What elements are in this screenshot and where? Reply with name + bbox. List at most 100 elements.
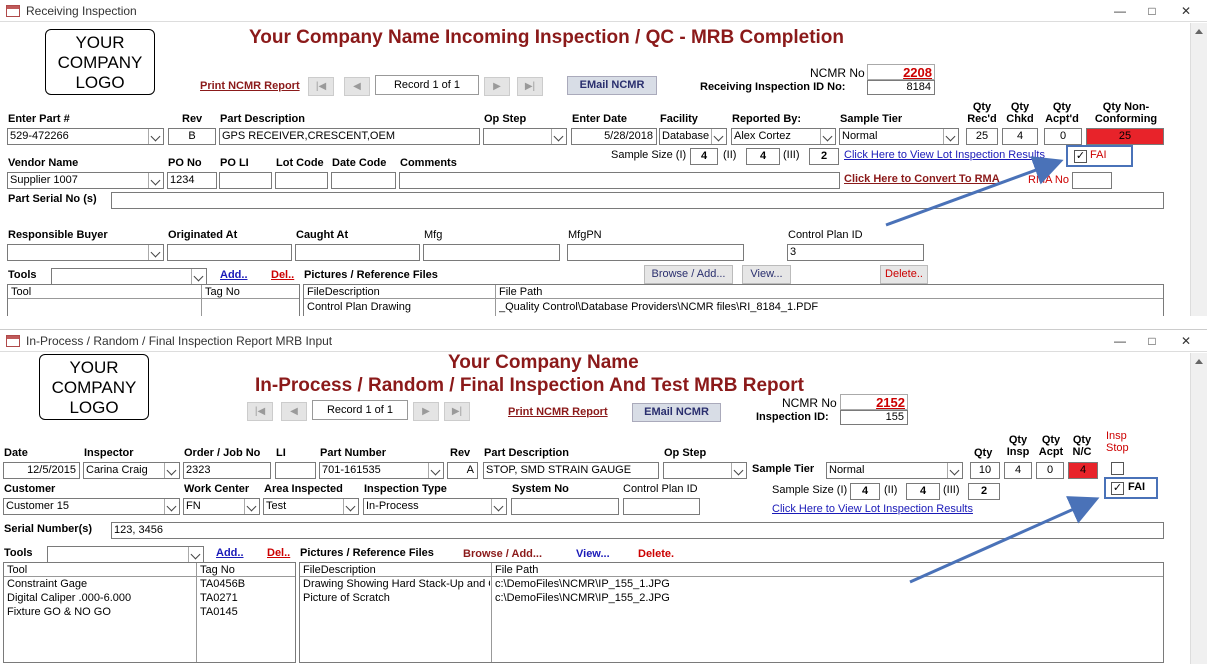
prev-record-button[interactable]: ◀ (344, 77, 370, 96)
minimize-icon[interactable]: — (1112, 3, 1128, 19)
delete-tool-link[interactable]: Del.. (267, 547, 290, 559)
chevron-down-icon[interactable] (943, 129, 958, 144)
caught-field[interactable] (295, 244, 420, 261)
close-icon[interactable]: ✕ (1178, 333, 1194, 349)
convert-rma-link[interactable]: Click Here to Convert To RMA (844, 173, 1000, 185)
vendor-select[interactable]: Supplier 1007 (7, 172, 164, 189)
vertical-scrollbar[interactable] (1190, 353, 1207, 664)
fai-checkbox[interactable]: ✓ (1111, 482, 1124, 495)
file-description-cell[interactable]: Drawing Showing Hard Stack-Up and Or (303, 578, 490, 590)
lot-code-field[interactable] (275, 172, 328, 189)
description-field[interactable]: STOP, SMD STRAIN GAUGE (483, 462, 659, 479)
maximize-icon[interactable]: □ (1144, 333, 1160, 349)
sample-size-ii-field[interactable]: 4 (906, 483, 940, 500)
description-field[interactable]: GPS RECEIVER,CRESCENT,OEM (219, 128, 480, 145)
serial-field[interactable]: 123, 3456 (111, 522, 1164, 539)
tool-name-cell[interactable]: Fixture GO & NO GO (7, 606, 193, 618)
order-field[interactable]: 2323 (183, 462, 271, 479)
qty-acptd-field[interactable]: 0 (1044, 128, 1082, 145)
system-no-field[interactable] (511, 498, 619, 515)
maximize-icon[interactable]: □ (1144, 3, 1160, 19)
inspection-type-select[interactable]: In-Process (363, 498, 507, 515)
file-path-cell[interactable]: c:\DemoFiles\NCMR\IP_155_2.JPG (495, 592, 670, 604)
file-path-cell[interactable]: c:\DemoFiles\NCMR\IP_155_1.JPG (495, 578, 670, 590)
tag-no-cell[interactable]: TA0456B (200, 578, 245, 590)
add-tool-link[interactable]: Add.. (220, 269, 248, 281)
chevron-down-icon[interactable] (164, 499, 179, 514)
chevron-down-icon[interactable] (731, 463, 746, 478)
control-plan-field[interactable]: 3 (787, 244, 924, 261)
prev-record-button[interactable]: ◀ (281, 402, 307, 421)
tool-name-cell[interactable]: Constraint Gage (7, 578, 193, 590)
chevron-down-icon[interactable] (947, 463, 962, 478)
next-record-button[interactable]: ▶ (413, 402, 439, 421)
qty-field[interactable]: 10 (970, 462, 1000, 479)
fai-checkbox[interactable]: ✓ (1074, 150, 1087, 163)
rma-field[interactable] (1072, 172, 1112, 189)
work-center-select[interactable]: FN (183, 498, 260, 515)
minimize-icon[interactable]: — (1112, 333, 1128, 349)
date-code-field[interactable] (331, 172, 396, 189)
qty-chkd-field[interactable]: 4 (1002, 128, 1038, 145)
files-grid[interactable]: FileDescription File Path Control Plan D… (303, 284, 1164, 316)
chevron-down-icon[interactable] (244, 499, 259, 514)
po-li-field[interactable] (219, 172, 272, 189)
qty-acpt-field[interactable]: 0 (1036, 462, 1064, 479)
browse-add-link[interactable]: Browse / Add... (463, 548, 542, 560)
originated-field[interactable] (167, 244, 292, 261)
comments-field[interactable] (399, 172, 840, 189)
chevron-down-icon[interactable] (711, 129, 726, 144)
part-number-select[interactable]: 701-161535 (319, 462, 444, 479)
customer-select[interactable]: Customer 15 (3, 498, 180, 515)
op-step-select[interactable] (483, 128, 567, 145)
lot-results-link[interactable]: Click Here to View Lot Inspection Result… (844, 149, 1045, 161)
tag-no-cell[interactable]: TA0271 (200, 592, 238, 604)
tag-no-cell[interactable]: TA0145 (200, 606, 238, 618)
tools-grid[interactable]: Tool Tag No Constraint Gage TA0456B Digi… (3, 562, 296, 663)
next-record-button[interactable]: ▶ (484, 77, 510, 96)
chevron-down-icon[interactable] (148, 129, 163, 144)
close-icon[interactable]: ✕ (1178, 3, 1194, 19)
reported-by-select[interactable]: Alex Cortez (731, 128, 836, 145)
rev-field[interactable]: A (447, 462, 478, 479)
chevron-down-icon[interactable] (148, 173, 163, 188)
op-step-select[interactable] (663, 462, 747, 479)
vertical-scrollbar[interactable] (1190, 23, 1207, 316)
view-button[interactable]: View... (742, 265, 791, 284)
li-field[interactable] (275, 462, 316, 479)
buyer-select[interactable] (7, 244, 164, 261)
last-record-button[interactable]: ▶| (444, 402, 470, 421)
mfgpn-field[interactable] (567, 244, 744, 261)
sample-size-i-field[interactable]: 4 (850, 483, 880, 500)
po-field[interactable]: 1234 (167, 172, 217, 189)
files-grid[interactable]: FileDescription File Path Drawing Showin… (299, 562, 1164, 663)
tool-name-cell[interactable]: Digital Caliper .000-6.000 (7, 592, 193, 604)
sample-size-ii-field[interactable]: 4 (746, 148, 780, 165)
lot-results-link[interactable]: Click Here to View Lot Inspection Result… (772, 503, 973, 515)
tools-select[interactable] (47, 546, 204, 563)
chevron-down-icon[interactable] (551, 129, 566, 144)
chevron-down-icon[interactable] (188, 547, 203, 562)
serial-field[interactable] (111, 192, 1164, 209)
chevron-down-icon[interactable] (191, 269, 206, 284)
email-ncmr-button[interactable]: EMail NCMR (567, 76, 657, 95)
delete-tool-link[interactable]: Del.. (271, 269, 294, 281)
delete-file-link[interactable]: Delete. (638, 548, 674, 560)
first-record-button[interactable]: |◀ (308, 77, 334, 96)
sample-size-iii-field[interactable]: 2 (968, 483, 1000, 500)
insp-stop-checkbox[interactable] (1111, 462, 1124, 475)
sample-size-iii-field[interactable]: 2 (809, 148, 839, 165)
date-field[interactable]: 12/5/2015 (3, 462, 80, 479)
sample-tier-select[interactable]: Normal (826, 462, 963, 479)
tools-select[interactable] (51, 268, 207, 285)
control-plan-field[interactable] (623, 498, 700, 515)
file-path-cell[interactable]: _Quality Control\Database Providers\NCMR… (499, 301, 818, 313)
print-ncmr-link[interactable]: Print NCMR Report (200, 80, 300, 92)
print-ncmr-link[interactable]: Print NCMR Report (508, 406, 608, 418)
first-record-button[interactable]: |◀ (247, 402, 273, 421)
sample-tier-select[interactable]: Normal (839, 128, 959, 145)
email-ncmr-button[interactable]: EMail NCMR (632, 403, 721, 422)
tools-grid[interactable]: Tool Tag No (7, 284, 300, 316)
facility-select[interactable]: Database (659, 128, 727, 145)
part-number-select[interactable]: 529-472266 (7, 128, 164, 145)
